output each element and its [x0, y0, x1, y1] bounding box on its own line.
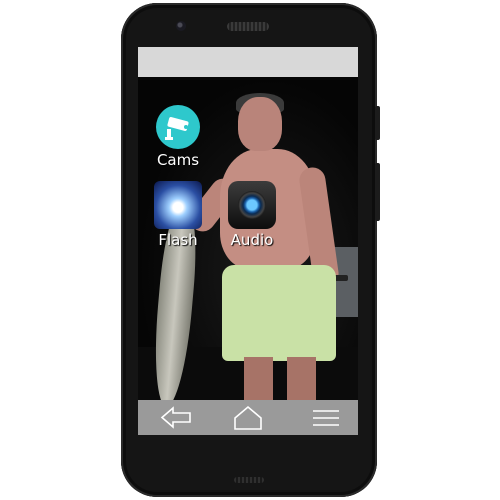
wristwatch [334, 275, 348, 281]
speaker-cone [238, 191, 266, 219]
app-label-audio: Audio [230, 231, 274, 249]
front-camera [176, 21, 186, 31]
app-cams[interactable]: Cams [148, 105, 208, 169]
person-shorts [222, 265, 336, 361]
power-button[interactable] [375, 106, 380, 140]
volume-button[interactable] [375, 163, 380, 221]
back-button[interactable] [156, 404, 196, 431]
app-audio[interactable]: Audio [222, 181, 282, 249]
home-button[interactable] [228, 404, 268, 431]
menu-icon [313, 410, 339, 426]
app-label-flash: Flash [158, 231, 198, 249]
status-bar [138, 47, 358, 77]
microphone-grille [234, 477, 264, 483]
earpiece-speaker [227, 22, 269, 31]
app-label-cams: Cams [156, 151, 200, 169]
home-icon [234, 405, 262, 430]
person-head [238, 97, 282, 151]
cctv-camera-icon[interactable] [156, 105, 200, 149]
speaker-icon[interactable] [228, 181, 276, 229]
navigation-bar [138, 400, 358, 435]
back-arrow-icon [160, 406, 191, 429]
phone-screen: Cams Flash Audio [138, 47, 358, 435]
person-legs [244, 357, 316, 400]
app-flash[interactable]: Flash [148, 181, 208, 249]
flashlight-icon[interactable] [154, 181, 202, 229]
menu-button[interactable] [306, 404, 346, 431]
